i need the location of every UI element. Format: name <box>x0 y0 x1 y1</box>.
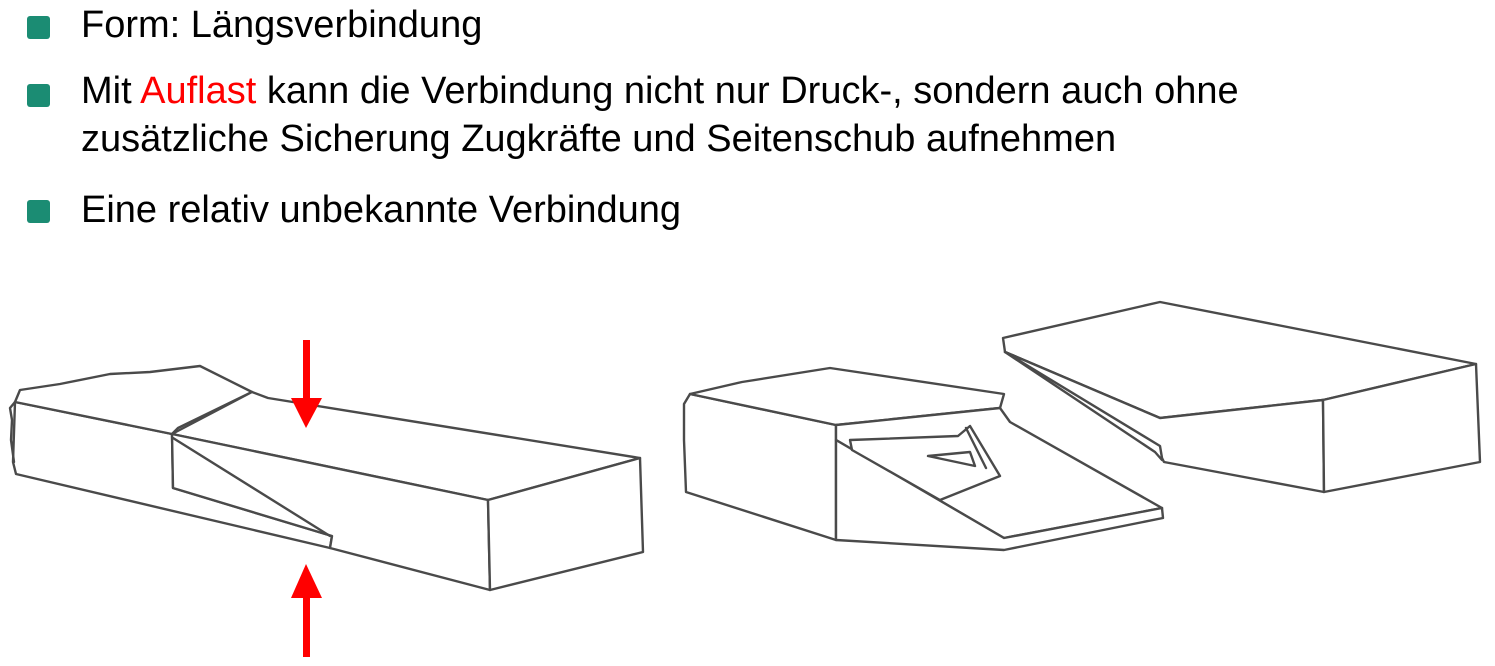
arrow-up-icon <box>291 564 322 657</box>
bullet-text: Eine relativ unbekannte Verbindung <box>81 189 682 231</box>
bullet-text-after: kann die Verbindung nicht nur Druck-, so… <box>256 70 1239 112</box>
bullet-square-icon <box>27 16 50 39</box>
bullet-text: Form: Längsverbindung <box>81 4 483 46</box>
bullet-square-icon <box>27 200 50 223</box>
bullet-line-2: zusätzliche Sicherung Zugkräfte und Seit… <box>81 118 1117 160</box>
joint-illustration <box>8 300 1482 657</box>
separated-joint-sketch <box>682 300 1482 552</box>
bullet-text: Mit Auflast kann die Verbindung nicht nu… <box>81 67 1239 163</box>
bullet-square-icon <box>27 84 50 107</box>
highlight-auflast: Auflast <box>140 70 257 112</box>
bullet-line-1: Mit Auflast kann die Verbindung nicht nu… <box>81 67 1239 115</box>
assembled-joint-sketch <box>8 364 645 592</box>
bullet-text-before: Mit <box>81 70 141 112</box>
